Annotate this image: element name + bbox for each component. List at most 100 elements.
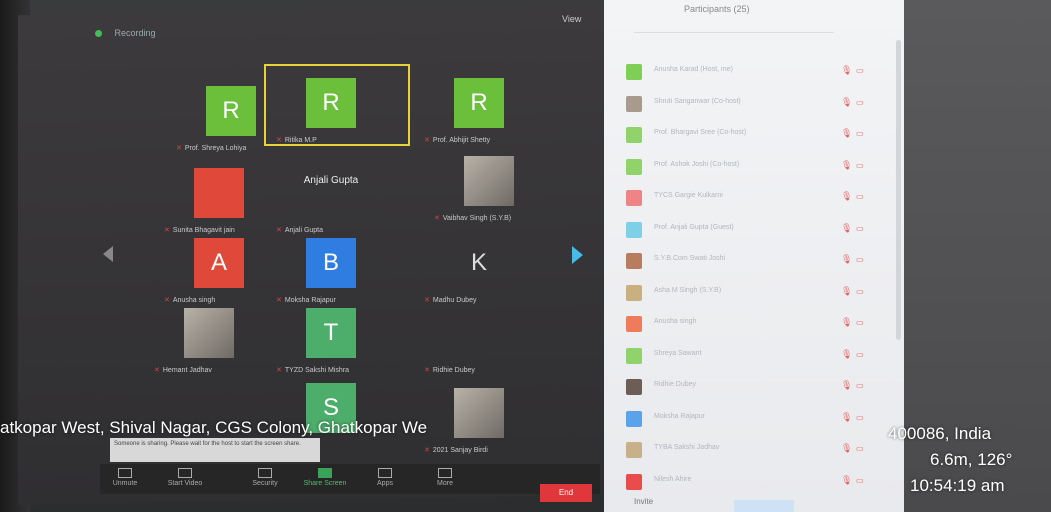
muted-mic-icon: ✕ [434,215,440,222]
video-tile[interactable]: ✕ 2021 Sanjay Birdi [420,380,538,454]
participant-avatar [626,379,642,395]
participant-row[interactable]: Nilesh Ahire 🎙 ▭ [626,472,886,492]
muted-mic-icon: 🎙 [841,474,853,485]
participant-avatar [184,308,234,358]
participant-avatar: R [454,78,504,128]
participant-avatar [626,473,642,490]
participant-name: Prof. Bhargavi Sree (Co-host) [654,129,747,136]
participant-row[interactable]: Shreya Sawant 🎙 ▭ [626,346,886,366]
participant-avatar [626,316,642,332]
video-tile[interactable]: T ✕ TYZD Sakshi Mishra [272,300,390,374]
participant-avatar [626,253,642,269]
participant-row[interactable]: TYCS Gargie Kulkarni 🎙 ▭ [626,188,886,208]
participant-row[interactable]: Prof. Bhargavi Sree (Co-host) 🎙 ▭ [626,125,886,145]
participant-name: ✕ Hemant Jadhav [154,367,212,374]
participant-avatar [464,156,514,206]
video-tile[interactable]: ✕ Vaibhav Singh (S.Y.B) [430,148,548,222]
participant-avatar: B [306,238,356,288]
video-off-icon: ▭ [856,444,864,453]
status-dot-icon [95,30,102,38]
mute-all-button[interactable] [734,500,794,512]
participant-avatar [626,64,642,80]
video-tile[interactable]: ✕ Anjali Gupta [272,160,390,234]
muted-mic-icon: 🎙 [841,348,853,359]
participant-name: Anusha singh [654,318,697,325]
next-page-icon[interactable] [572,246,583,264]
participant-avatar [626,442,642,458]
video-off-icon: ▭ [856,349,864,359]
active-speaker-frame [264,64,410,146]
video-tile[interactable]: ✕ Ridhie Dubey [420,300,538,374]
tile-center-name: Anjali Gupta [303,175,359,186]
muted-mic-icon: 🎙 [841,222,853,233]
participant-name: ✕ Ridhie Dubey [424,367,475,374]
toolbar-item[interactable]: Apps [360,468,410,487]
toolbar-item[interactable]: Unmute [100,468,150,487]
participant-row[interactable]: TYBA Sakshi Jadhav 🎙 ▭ [626,440,886,460]
video-tile[interactable]: ✕ Sunita Bhagavit jain [160,160,278,234]
participant-name: Prof. Ashok Joshi (Co-host) [654,160,740,168]
participant-name: Prof. Anjali Gupta (Guest) [654,223,734,231]
participants-panel: Participants (25) Anusha Karad (Host, me… [604,0,904,512]
search-field[interactable] [634,32,834,33]
muted-mic-icon: 🎙 [841,285,853,296]
view-button[interactable]: View [562,14,581,24]
participant-name: Shruti Sanganwar (Co-host) [654,97,741,105]
participant-name: Moksha Rajapur [654,412,705,420]
participant-row[interactable]: Asha M Singh (S.Y.B) 🎙 ▭ [626,283,886,303]
participant-avatar: A [194,238,244,288]
video-tile[interactable]: A ✕ Anusha singh [160,230,278,304]
participant-row[interactable]: Prof. Anjali Gupta (Guest) 🎙 ▭ [626,220,886,240]
toolbar-item[interactable]: Share Screen [300,468,350,487]
participant-name: ✕ Prof. Shreya Lohiya [176,145,247,152]
muted-mic-icon: 🎙 [841,254,853,264]
muted-mic-icon: ✕ [424,447,430,454]
muted-mic-icon: 🎙 [841,159,853,170]
video-off-icon: ▭ [856,66,864,75]
muted-mic-icon: 🎙 [841,443,853,453]
video-off-icon: ▭ [856,381,864,390]
toolbar-icon [258,468,272,478]
muted-mic-icon: 🎙 [841,65,853,75]
video-off-icon: ▭ [856,318,864,327]
video-tile[interactable]: K ✕ Madhu Dubey [420,230,538,304]
previous-page-icon[interactable] [103,246,113,262]
meeting-toolbar: Unmute Start Video Security Share Screen App… [100,464,600,494]
location-address: atkopar West, Shival Nagar, CGS Colony, … [0,418,428,437]
video-off-icon: ▭ [856,160,864,170]
participant-name: ✕ TYZD Sakshi Mishra [276,367,350,374]
toolbar-item[interactable]: More [420,468,470,487]
muted-mic-icon: 🎙 [841,191,853,201]
invite-button[interactable]: Invite [634,497,653,506]
location-pin: 400086, India [888,424,992,443]
toolbar-item[interactable]: Start Video [160,468,210,487]
participant-row[interactable]: Ridhie Dubey 🎙 ▭ [626,377,886,397]
participant-avatar [454,388,504,438]
toolbar-item[interactable]: Security [240,468,290,487]
participant-row[interactable]: S.Y.B.Com Swati Joshi 🎙 ▭ [626,251,886,271]
video-tile[interactable]: R ✕ Prof. Abhijit Shetty [420,70,538,144]
share-notification: Someone is sharing. Please wait for the … [110,438,320,462]
video-tile[interactable]: ✕ Hemant Jadhav [150,300,268,374]
participant-row[interactable]: Shruti Sanganwar (Co-host) 🎙 ▭ [626,94,886,114]
participant-avatar [626,190,642,206]
muted-mic-icon: 🎙 [841,96,853,107]
participant-avatar [626,410,642,427]
participant-avatar [626,95,642,112]
participant-row[interactable]: Anusha singh 🎙 ▭ [626,314,886,334]
participant-row[interactable]: Moksha Rajapur 🎙 ▭ [626,409,886,429]
muted-mic-icon: ✕ [176,145,182,152]
participant-row[interactable]: Prof. Ashok Joshi (Co-host) 🎙 ▭ [626,157,886,177]
participant-name: Nilesh Ahire [654,475,692,483]
participant-row[interactable]: Anusha Karad (Host, me) 🎙 ▭ [626,62,886,82]
panel-scrollbar[interactable] [896,40,901,340]
participant-name: ✕ 2021 Sanjay Birdi [424,447,488,454]
video-off-icon: ▭ [856,255,864,264]
video-off-icon: ▭ [856,412,864,422]
video-tile[interactable]: B ✕ Moksha Rajapur [272,230,390,304]
muted-mic-icon: 🎙 [841,380,853,390]
end-button[interactable]: End [540,484,592,502]
participant-name: Asha M Singh (S.Y.B) [654,286,722,294]
participant-name: TYBA Sakshi Jadhav [654,444,720,451]
video-off-icon: ▭ [856,223,864,233]
